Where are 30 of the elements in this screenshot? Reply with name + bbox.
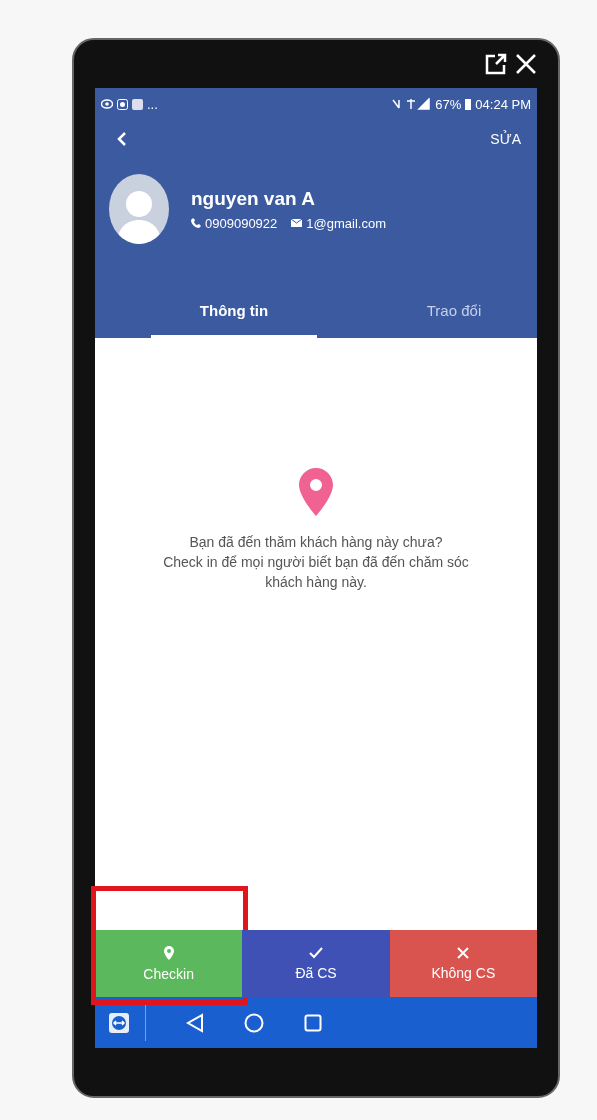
pin-icon xyxy=(163,945,174,960)
app-icon xyxy=(132,98,143,110)
back-icon[interactable] xyxy=(117,131,127,147)
customer-name: nguyen van A xyxy=(191,187,316,210)
action-button[interactable]: Không CS xyxy=(389,930,537,997)
tab[interactable]: Trao đổi xyxy=(371,284,537,338)
recents-nav-button[interactable] xyxy=(304,1013,322,1032)
eye-icon xyxy=(101,99,113,109)
more-notifications: ... xyxy=(147,96,158,112)
close-icon xyxy=(457,946,470,959)
email-address: 1@gmail.com xyxy=(306,215,386,231)
external-link-icon[interactable] xyxy=(485,53,507,75)
edit-button[interactable]: SỬA xyxy=(490,131,521,147)
app-icon xyxy=(117,98,128,110)
back-nav-button[interactable] xyxy=(186,1012,204,1033)
phone-icon xyxy=(191,218,201,228)
signal-status-icons xyxy=(391,98,432,110)
battery-icon xyxy=(465,98,472,110)
tab[interactable]: Thông tin xyxy=(151,284,317,338)
remote-app-icon[interactable] xyxy=(109,1012,129,1033)
checkin-prompt: Bạn đã đến thăm khách hàng này chưa? Check in để mọi người biết bạn đã đến chăm sóc khách hàng này. xyxy=(163,533,469,592)
location-pin-icon xyxy=(299,468,333,516)
mail-icon xyxy=(291,219,303,227)
close-icon[interactable] xyxy=(515,53,537,75)
action-button[interactable]: Đã CS xyxy=(242,930,390,997)
home-nav-button[interactable] xyxy=(244,1012,264,1033)
battery-level: 67% xyxy=(435,96,462,112)
clock: 04:24 PM xyxy=(475,96,531,112)
check-icon xyxy=(309,946,323,959)
phone-number: 0909090922 xyxy=(205,215,278,231)
